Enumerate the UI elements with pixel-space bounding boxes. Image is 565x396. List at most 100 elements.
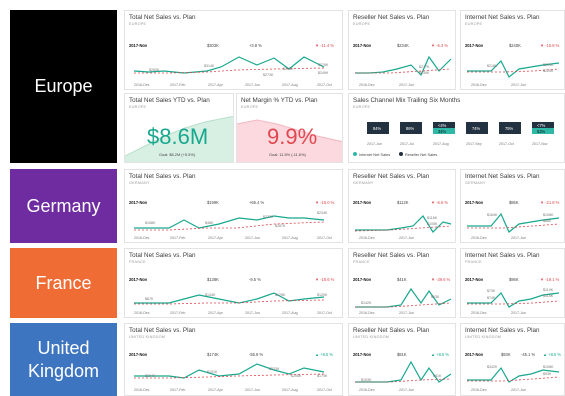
europe-internet-point-3: $225K <box>543 69 554 73</box>
region-tile-europe[interactable]: Europe <box>10 10 117 163</box>
uk-total-subtitle: UNITED KINGDOM <box>129 335 166 339</box>
france-internet-variance: ▼ -19.1 % <box>540 277 560 282</box>
europe-reseller-card[interactable]: Reseller Net Sales vs. Plan EUROPE 2017-… <box>348 10 456 90</box>
france-reseller-x-1: 2016-Dec <box>359 311 375 315</box>
france-reseller-variance: ▼ -39.6 % <box>431 277 451 282</box>
france-reseller-point-1: $142K <box>361 301 372 305</box>
europe-total-point-4: $295K <box>283 67 294 71</box>
europe-ytd-card[interactable]: Total Net Sales YTD vs. Plan EUROPE $8.6… <box>124 93 234 163</box>
germany-reseller-card[interactable]: Reseller Net Sales vs. Plan GERMANY 2017… <box>348 169 456 243</box>
germany-total-point-2: $48K <box>205 221 214 225</box>
mix-bar-6-bottom-label: 53% <box>537 129 546 134</box>
france-internet-period: 2017-Nov <box>465 277 484 282</box>
europe-total-line <box>133 56 325 74</box>
france-total-card[interactable]: Total Net Sales vs. Plan FRANCE 2017-Nov… <box>124 248 343 318</box>
region-label-europe: Europe <box>34 76 93 97</box>
europe-total-x-6: 2017-Oct <box>317 83 332 87</box>
france-reseller-actual: $41K <box>397 277 407 282</box>
france-total-line-chart <box>134 292 325 305</box>
europe-total-x-5: 2017-Aug <box>282 83 298 87</box>
uk-total-point-1: $294K <box>145 374 156 378</box>
uk-total-card[interactable]: Total Net Sales vs. Plan UNITED KINGDOM … <box>124 323 343 396</box>
germany-reseller-actual: $112K <box>397 200 409 205</box>
france-internet-subtitle: FRANCE <box>465 260 482 264</box>
france-total-change: -9.5 % <box>249 277 261 282</box>
germany-total-point-3: $227K <box>263 215 274 219</box>
uk-reseller-actual: $81K <box>397 352 407 357</box>
europe-reseller-variance: ▼ -6.3 % <box>431 43 449 48</box>
europe-reseller-point-2: $239K <box>419 71 430 75</box>
france-reseller-period: 2017-Nov <box>353 277 372 282</box>
germany-total-subtitle: GERMANY <box>129 181 150 185</box>
uk-internet-card[interactable]: Internet Net Sales vs. Plan UNITED KINGD… <box>460 323 565 396</box>
europe-total-x-1: 2016-Dec <box>134 83 150 87</box>
europe-total-card[interactable]: Total Net Sales vs. Plan EUROPE 2017-Nov… <box>124 10 343 90</box>
france-total-x-1: 2016-Dec <box>134 311 150 315</box>
europe-internet-actual: $240K <box>509 43 521 48</box>
region-tile-united-kingdom[interactable]: United Kingdom <box>10 323 117 396</box>
europe-internet-card[interactable]: Internet Net Sales vs. Plan EUROPE 2017-… <box>460 10 565 90</box>
germany-total-line <box>134 215 325 229</box>
germany-reseller-variance: ▼ -6.6 % <box>431 200 449 205</box>
france-internet-x-1: 2016-Dec <box>471 311 487 315</box>
uk-total-point-2: $191K <box>207 370 218 374</box>
france-reseller-subtitle: FRANCE <box>353 260 370 264</box>
germany-total-x-6: 2017-Oct <box>317 236 332 240</box>
europe-margin-title: Net Margin % YTD vs. Plan <box>241 97 318 104</box>
germany-internet-title: Internet Net Sales vs. Plan <box>465 173 540 180</box>
uk-total-change: -55.9 % <box>249 352 264 357</box>
europe-internet-x-2: 2017-Jun <box>511 83 526 87</box>
france-internet-actual: $96K <box>509 277 519 282</box>
mix-legend-internet-swatch <box>353 152 357 156</box>
france-total-subtitle: FRANCE <box>129 260 146 264</box>
europe-total-change: +3.8 % <box>249 43 262 48</box>
europe-margin-card[interactable]: Net Margin % YTD vs. Plan EUROPE 9.9% Go… <box>236 93 343 163</box>
germany-reseller-point-2: $105K <box>427 222 438 226</box>
uk-total-x-1: 2016-Dec <box>134 388 150 392</box>
germany-total-title: Total Net Sales vs. Plan <box>129 173 196 180</box>
france-internet-card[interactable]: Internet Net Sales vs. Plan FRANCE 2017-… <box>460 248 565 318</box>
mix-bar-5-label: 75% <box>505 126 514 131</box>
europe-reseller-actual: $234K <box>397 43 409 48</box>
uk-reseller-variance: ▲ +8.5 % <box>431 352 450 357</box>
france-total-line <box>134 292 325 304</box>
france-total-actual: $138K <box>207 277 219 282</box>
mix-legend-reseller: Reseller Net Sales <box>405 152 438 157</box>
germany-internet-card[interactable]: Internet Net Sales vs. Plan GERMANY 2017… <box>460 169 565 243</box>
region-tile-france[interactable]: France <box>10 248 117 318</box>
region-tile-germany[interactable]: Germany <box>10 169 117 243</box>
mix-x-4: 2017-Sep <box>466 142 482 146</box>
france-total-title: Total Net Sales vs. Plan <box>129 252 196 259</box>
uk-reseller-card[interactable]: Reseller Net Sales vs. Plan UNITED KINGD… <box>348 323 456 396</box>
uk-internet-point-3: $93K <box>543 372 552 376</box>
france-reseller-point-2: $63K <box>431 295 440 299</box>
france-reseller-card[interactable]: Reseller Net Sales vs. Plan FRANCE 2017-… <box>348 248 456 318</box>
germany-reseller-subtitle: GERMANY <box>353 181 374 185</box>
europe-reseller-period: 2017-Nov <box>353 43 372 48</box>
mix-bar-3-bottom-label: 34% <box>438 129 447 134</box>
mix-x-5: 2017-Oct <box>499 142 514 146</box>
uk-reseller-subtitle: UNITED KINGDOM <box>353 335 390 339</box>
europe-mix-card[interactable]: Sales Channel Mix Trailing Six Months EU… <box>348 93 565 163</box>
europe-internet-x-1: 2016-Dec <box>471 83 487 87</box>
france-total-x-2: 2017-Feb <box>170 311 186 315</box>
europe-total-subtitle: EUROPE <box>129 22 147 26</box>
germany-total-plan-line <box>134 221 325 231</box>
france-reseller-title: Reseller Net Sales vs. Plan <box>353 252 430 259</box>
uk-internet-point-1: $342K <box>487 365 498 369</box>
mix-bar-3-top-label: <4% <box>438 123 447 128</box>
germany-total-actual: $199K <box>207 200 219 205</box>
germany-internet-x-1: 2016-Dec <box>471 236 487 240</box>
germany-internet-point-2: $108K <box>543 213 554 217</box>
germany-total-card[interactable]: Total Net Sales vs. Plan GERMANY 2017-No… <box>124 169 343 243</box>
uk-reseller-point-2: $81K <box>433 374 442 378</box>
region-label-france: France <box>35 272 92 293</box>
germany-total-x-4: 2017-Jun <box>245 236 260 240</box>
uk-internet-change: -45.1 % <box>521 352 536 357</box>
germany-internet-subtitle: GERMANY <box>465 181 486 185</box>
mix-legend-internet: Internet Net Sales <box>359 152 391 157</box>
germany-total-x-2: 2017-Feb <box>170 236 186 240</box>
uk-reseller-x-1: 2016-Dec <box>359 388 375 392</box>
uk-total-actual: $174K <box>207 352 219 357</box>
france-reseller-x-2: 2017-Jun <box>399 311 414 315</box>
